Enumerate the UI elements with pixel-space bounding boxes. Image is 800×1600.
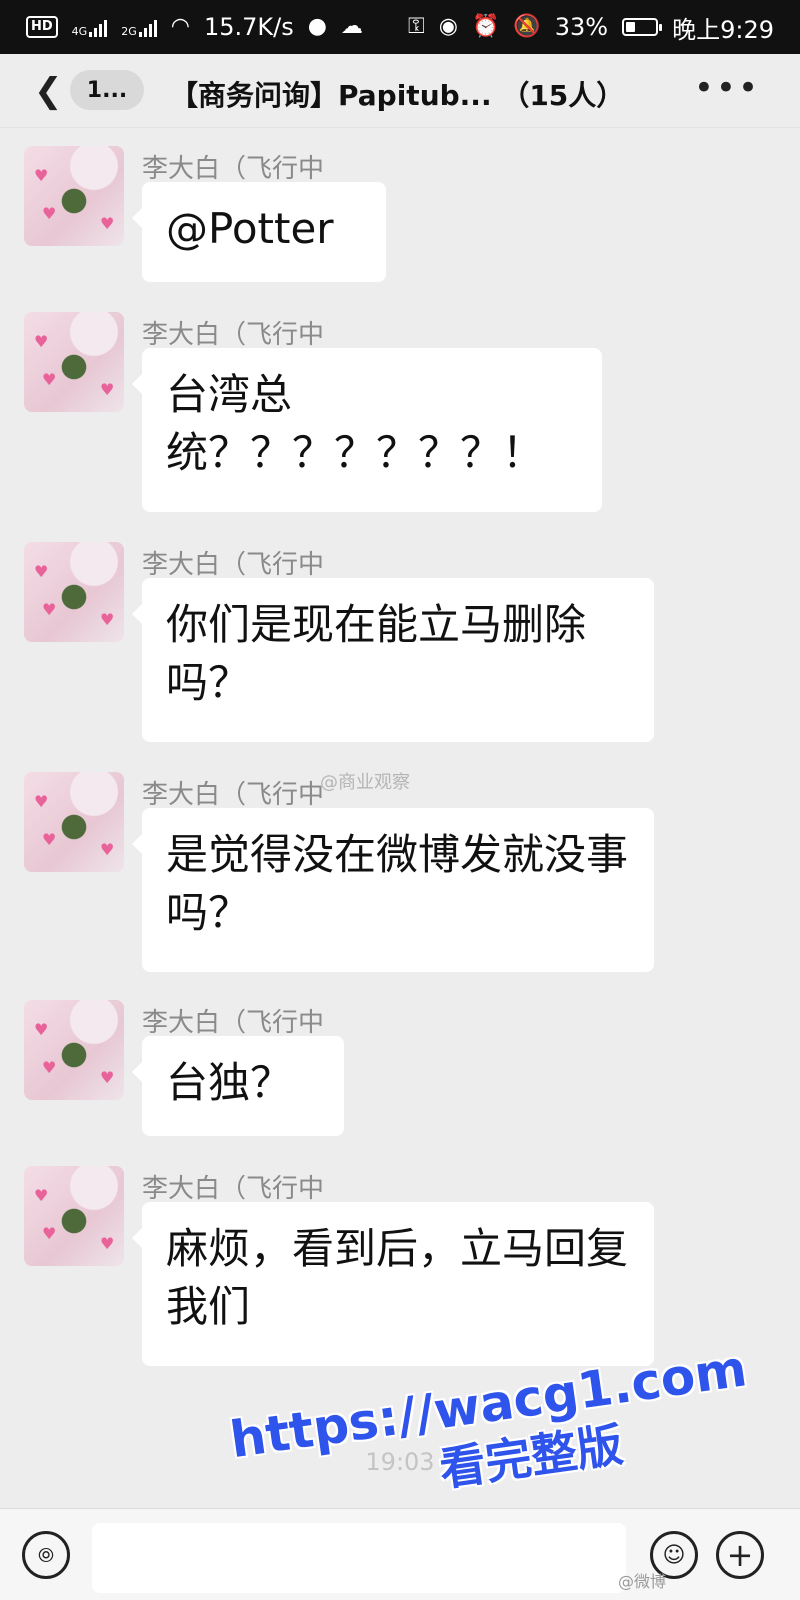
signal-bars-icon <box>138 17 157 37</box>
network-4g: 4G <box>72 17 108 37</box>
alarm-icon: ⏰ <box>471 14 500 39</box>
input-bar: ⦾ ☺ + <box>0 1508 800 1600</box>
avatar[interactable]: ♥ ♥ ♥ <box>24 1166 124 1266</box>
voice-icon[interactable]: ⦾ <box>22 1531 70 1579</box>
battery-percent: 33% <box>554 13 609 41</box>
chat-header: ❮ 1... 【商务问询】Papitub... （15人） ••• <box>0 54 800 128</box>
message-bubble[interactable]: 是觉得没在微博发就没事吗？ <box>132 808 654 972</box>
signal-bars-icon <box>89 17 108 37</box>
more-icon[interactable]: ••• <box>694 68 760 108</box>
hd-badge: HD <box>26 16 58 38</box>
wifi-icon: ◠ <box>170 14 190 39</box>
sender-name: 李大白（飞行中 <box>142 550 325 580</box>
sender-name: 李大白（飞行中 <box>142 1174 325 1204</box>
avatar[interactable]: ♥ ♥ ♥ <box>24 1000 124 1100</box>
plus-icon[interactable]: + <box>716 1531 764 1579</box>
sender-name: 李大白（飞行中 <box>142 320 325 350</box>
url-watermark: https://wacg1.com 看完整版 <box>226 1338 758 1525</box>
cloud-icon: ☁ <box>340 14 363 39</box>
sender-name: 李大白（飞行中 <box>142 780 325 810</box>
chevron-left-icon[interactable]: ❮ <box>34 72 63 110</box>
message-input[interactable] <box>92 1523 626 1593</box>
sender-name: 李大白（飞行中 <box>142 154 325 184</box>
eye-icon: ◉ <box>438 14 458 39</box>
message-bubble[interactable]: 麻烦，看到后，立马回复我们 <box>132 1202 654 1366</box>
network-4g-label: 4G <box>71 25 88 38</box>
battery-icon <box>622 18 663 36</box>
unread-count-badge[interactable]: 1... <box>70 70 144 110</box>
chat-title: 【商务问询】Papitub... （15人） <box>170 79 625 112</box>
message-bubble[interactable]: 你们是现在能立马删除吗？ <box>132 578 654 742</box>
sender-name: 李大白（飞行中 <box>142 1008 325 1038</box>
message-bubble[interactable]: 台独？ <box>132 1036 344 1136</box>
key-icon: ⚿ <box>407 14 425 39</box>
message-bubble[interactable]: 台湾总统？？？？？？？！ <box>132 348 602 512</box>
avatar[interactable]: ♥ ♥ ♥ <box>24 542 124 642</box>
status-left: HD 4G 2G ◠ 15.7K/s ● ☁ <box>26 13 363 41</box>
avatar[interactable]: ♥ ♥ ♥ <box>24 146 124 246</box>
message-icon: ● <box>307 14 327 39</box>
avatar[interactable]: ♥ ♥ ♥ <box>24 312 124 412</box>
clock: 晚上9:29 <box>672 15 774 44</box>
battery-fill <box>626 22 636 32</box>
message-bubble[interactable]: @Potter <box>132 182 386 282</box>
status-bar: HD 4G 2G ◠ 15.7K/s ● ☁ ⚿ ◉ ⏰ 🔕 33% 晚上9:2… <box>0 0 800 54</box>
network-2g: 2G <box>121 17 157 37</box>
avatar[interactable]: ♥ ♥ ♥ <box>24 772 124 872</box>
bottom-watermark: @微博 <box>618 1572 667 1591</box>
network-speed: 15.7K/s <box>203 13 294 41</box>
network-2g-label: 2G <box>121 25 137 38</box>
mute-icon: 🔕 <box>513 14 541 39</box>
status-right: ⚿ ◉ ⏰ 🔕 33% 晚上9:29 <box>408 10 774 45</box>
inline-watermark: @商业观察 <box>320 772 410 793</box>
